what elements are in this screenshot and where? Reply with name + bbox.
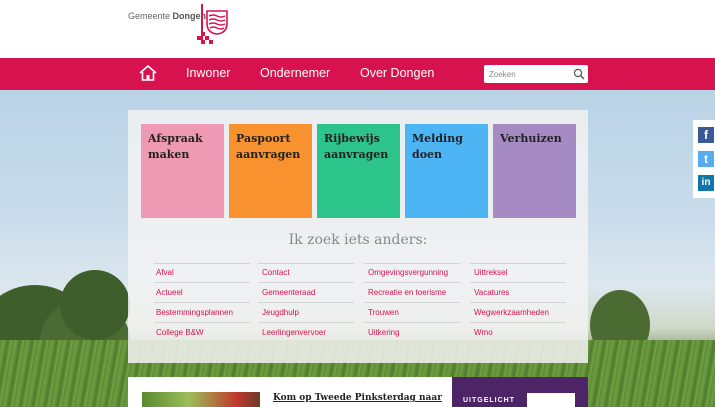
link-contact[interactable]: Contact: [262, 268, 290, 277]
divider: [154, 322, 250, 323]
link-uitkering[interactable]: Uitkering: [368, 328, 400, 337]
divider: [154, 302, 250, 303]
tile-rijbewijs-aanvragen[interactable]: Rijbewijs aanvragen: [317, 124, 400, 218]
link-college-bw[interactable]: College B&W: [156, 328, 204, 337]
facebook-icon[interactable]: f: [698, 127, 714, 143]
site-header: Gemeente Dongen: [0, 0, 715, 58]
divider: [364, 282, 460, 283]
divider: [470, 263, 566, 264]
linkedin-icon[interactable]: in: [698, 175, 714, 191]
tile-melding-doen[interactable]: Melding doen: [405, 124, 488, 218]
logo-pixel: [209, 40, 213, 44]
logo-text[interactable]: Gemeente Dongen: [128, 11, 206, 21]
divider: [154, 282, 250, 283]
twitter-icon[interactable]: t: [698, 151, 714, 167]
divider: [154, 263, 250, 264]
link-recreatie-en-toerisme[interactable]: Recreatie en toerisme: [368, 288, 446, 297]
news-title-link[interactable]: Kom op Tweede Pinksterdag naar: [273, 392, 442, 404]
divider: [470, 302, 566, 303]
tile-afspraak-maken[interactable]: Afspraak maken: [141, 124, 224, 218]
link-actueel[interactable]: Actueel: [156, 288, 183, 297]
social-share-bar: f t in: [693, 120, 715, 198]
divider: [258, 282, 354, 283]
link-gemeenteraad[interactable]: Gemeenteraad: [262, 288, 315, 297]
divider: [258, 322, 354, 323]
link-uittreksel[interactable]: Uittreksel: [474, 268, 507, 277]
tree: [60, 270, 130, 340]
search-icon[interactable]: [573, 68, 585, 80]
link-omgevingsvergunning[interactable]: Omgevingsvergunning: [368, 268, 448, 277]
divider: [364, 263, 460, 264]
link-leerlingenvervoer[interactable]: Leerlingenvervoer: [262, 328, 326, 337]
divider: [258, 263, 354, 264]
featured-box: UITGELICHT: [452, 377, 588, 407]
divider: [364, 322, 460, 323]
featured-label: UITGELICHT: [463, 397, 515, 404]
logo-pixel: [201, 40, 205, 44]
link-wmo[interactable]: Wmo: [474, 328, 493, 337]
nav-item-inwoner[interactable]: Inwoner: [186, 66, 230, 80]
search-input[interactable]: [489, 68, 569, 80]
nav-item-ondernemer[interactable]: Ondernemer: [260, 66, 330, 80]
divider: [364, 302, 460, 303]
featured-image[interactable]: [527, 393, 575, 407]
home-icon[interactable]: [139, 65, 157, 81]
tile-paspoort-aanvragen[interactable]: Paspoort aanvragen: [229, 124, 312, 218]
link-afval[interactable]: Afval: [156, 268, 174, 277]
task-panel: Afspraak maken Paspoort aanvragen Rijbew…: [128, 110, 588, 363]
divider: [258, 302, 354, 303]
link-jeugdhulp[interactable]: Jeugdhulp: [262, 308, 299, 317]
link-bestemmingsplannen[interactable]: Bestemmingsplannen: [156, 308, 233, 317]
search-other-heading: Ik zoek iets anders:: [288, 232, 428, 248]
news-thumbnail[interactable]: [142, 392, 260, 407]
nav-item-over-dongen[interactable]: Over Dongen: [360, 66, 434, 80]
search-box: [484, 65, 588, 83]
logo-prefix: Gemeente: [128, 11, 173, 21]
link-vacatures[interactable]: Vacatures: [474, 288, 509, 297]
divider: [470, 322, 566, 323]
main-nav: Inwoner Ondernemer Over Dongen: [0, 58, 715, 90]
link-wegwerkzaamheden[interactable]: Wegwerkzaamheden: [474, 308, 549, 317]
divider: [470, 282, 566, 283]
link-trouwen[interactable]: Trouwen: [368, 308, 399, 317]
tile-verhuizen[interactable]: Verhuizen: [493, 124, 576, 218]
dongen-coat-of-arms-icon[interactable]: [205, 9, 229, 35]
